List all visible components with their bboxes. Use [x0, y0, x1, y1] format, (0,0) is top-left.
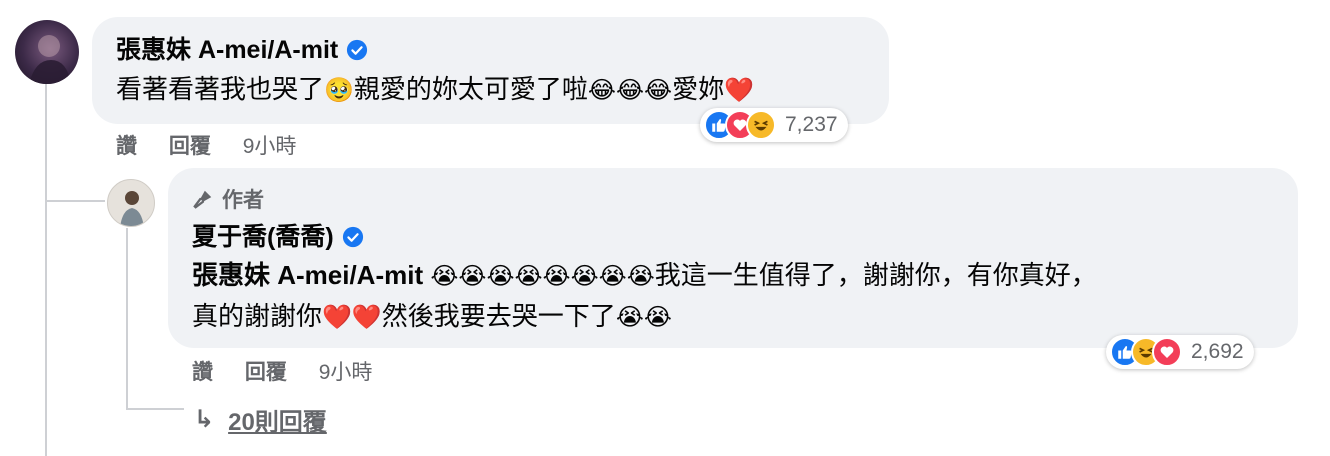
comment-timestamp[interactable]: 9小時 [243, 135, 297, 158]
reply-thread-connector [126, 408, 184, 410]
comment-author[interactable]: 夏于喬(喬喬) [192, 222, 364, 252]
like-button[interactable]: 讚 [116, 135, 137, 158]
reply-thread-line [126, 228, 128, 410]
comment-timestamp[interactable]: 9小時 [319, 361, 373, 384]
red-heart-icon: ❤️ [351, 304, 382, 332]
reply-actions: 讚 回覆 9小時 [192, 356, 398, 386]
love-icon [1152, 337, 1182, 367]
avatar[interactable] [107, 179, 155, 227]
like-button[interactable]: 讚 [192, 361, 213, 384]
microphone-icon [193, 190, 212, 209]
comment-author[interactable]: 張惠妹 A-mei/A-mit [116, 35, 368, 65]
author-name[interactable]: 張惠妹 A-mei/A-mit [116, 35, 338, 65]
reaction-summary[interactable]: 7,237 [700, 108, 848, 142]
reply-button[interactable]: 回覆 [169, 135, 211, 158]
mention-link[interactable]: 張惠妹 A-mei/A-mit [192, 260, 423, 290]
crying-face-icon: 😭 [542, 263, 571, 291]
crying-face-icon: 😭 [615, 304, 644, 332]
crying-face-icon: 😭 [458, 263, 487, 291]
view-replies-label[interactable]: 20則回覆 [228, 402, 327, 437]
crying-face-icon: 😭 [486, 263, 515, 291]
crying-face-icon: 😭 [570, 263, 599, 291]
reaction-count: 7,237 [785, 113, 838, 136]
comment-text: 看著看著我也哭了🥹親愛的妳太可愛了啦😂😂😂愛妳❤️ [116, 74, 754, 105]
reply-button[interactable]: 回覆 [245, 361, 287, 384]
crying-face-icon: 😭 [430, 263, 459, 291]
tears-of-joy-icon: 😂 [587, 77, 616, 105]
reply-arrow-icon: ↳ [194, 406, 215, 433]
comment-text-line2: 真的謝謝你❤️❤️然後我要去哭一下了😭😭 [192, 301, 672, 332]
reaction-count: 2,692 [1191, 340, 1244, 363]
crying-face-icon: 😭 [626, 263, 655, 291]
haha-icon [746, 110, 776, 140]
author-badge: 作者 [192, 184, 264, 214]
crying-face-icon: 😭 [598, 263, 627, 291]
verified-badge-icon [342, 226, 363, 248]
thread-line [45, 84, 47, 456]
verified-badge-icon [347, 39, 368, 61]
thread-connector [45, 200, 105, 202]
reply-bubble: 作者 夏于喬(喬喬) 張惠妹 A-mei/A-mit 😭😭😭😭😭😭😭😭我這一生值… [168, 168, 1298, 348]
reaction-summary[interactable]: 2,692 [1106, 335, 1254, 369]
comment-text: 張惠妹 A-mei/A-mit 😭😭😭😭😭😭😭😭我這一生值得了，謝謝你，有你真好… [192, 260, 1097, 291]
red-heart-icon: ❤️ [724, 77, 754, 105]
red-heart-icon: ❤️ [322, 304, 352, 332]
author-name[interactable]: 夏于喬(喬喬) [192, 222, 334, 252]
crying-face-icon: 😭 [643, 304, 672, 332]
avatar[interactable] [15, 20, 79, 84]
comment-actions: 讚 回覆 9小時 [116, 130, 322, 160]
tears-of-joy-icon: 😂 [615, 77, 645, 105]
tears-of-joy-icon: 😂 [644, 77, 673, 105]
crying-face-icon: 😭 [514, 263, 543, 291]
view-replies-link[interactable]: ↳ 20則回覆 [194, 402, 327, 437]
pleading-face-icon: 🥹 [324, 77, 354, 105]
